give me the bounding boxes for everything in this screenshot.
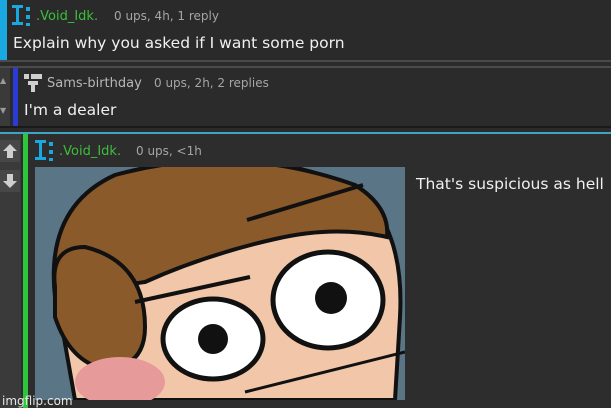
user-avatar-icon[interactable] (34, 139, 58, 163)
comment-text: Explain why you asked if I want some por… (13, 34, 345, 52)
comment-username[interactable]: Sams-birthday (47, 76, 142, 91)
vote-column: ▲ ▼ (0, 68, 10, 126)
comment-2: ▲ ▼ Sams-birthday 0 ups, 2h, 2 replies I… (0, 66, 611, 128)
user-avatar-icon[interactable] (22, 72, 44, 94)
vote-column (0, 134, 21, 408)
comment-1: .Void_Idk. 0 ups, 4h, 1 reply Explain wh… (0, 0, 611, 62)
comment-username[interactable]: .Void_Idk. (59, 144, 121, 159)
arrow-down-icon[interactable] (0, 170, 20, 192)
comment-accent-bar (13, 68, 18, 126)
comment-3: .Void_Idk. 0 ups, <1h That's suspicious … (0, 132, 611, 408)
watermark: imgflip.com (2, 394, 73, 408)
user-avatar-icon[interactable] (11, 4, 35, 28)
comment-image[interactable] (35, 167, 405, 400)
comment-accent-bar (0, 0, 7, 60)
comment-accent-bar (23, 134, 28, 408)
comment-username[interactable]: .Void_Idk. (36, 9, 98, 24)
caret-up-icon[interactable]: ▲ (0, 76, 6, 85)
caret-down-icon[interactable]: ▼ (0, 106, 6, 115)
comment-text: I'm a dealer (24, 101, 117, 119)
arrow-up-icon[interactable] (0, 140, 20, 162)
comment-meta: 0 ups, 4h, 1 reply (114, 9, 219, 23)
comment-text: That's suspicious as hell (416, 175, 604, 193)
comment-meta: 0 ups, <1h (136, 144, 202, 158)
comment-meta: 0 ups, 2h, 2 replies (154, 76, 269, 90)
